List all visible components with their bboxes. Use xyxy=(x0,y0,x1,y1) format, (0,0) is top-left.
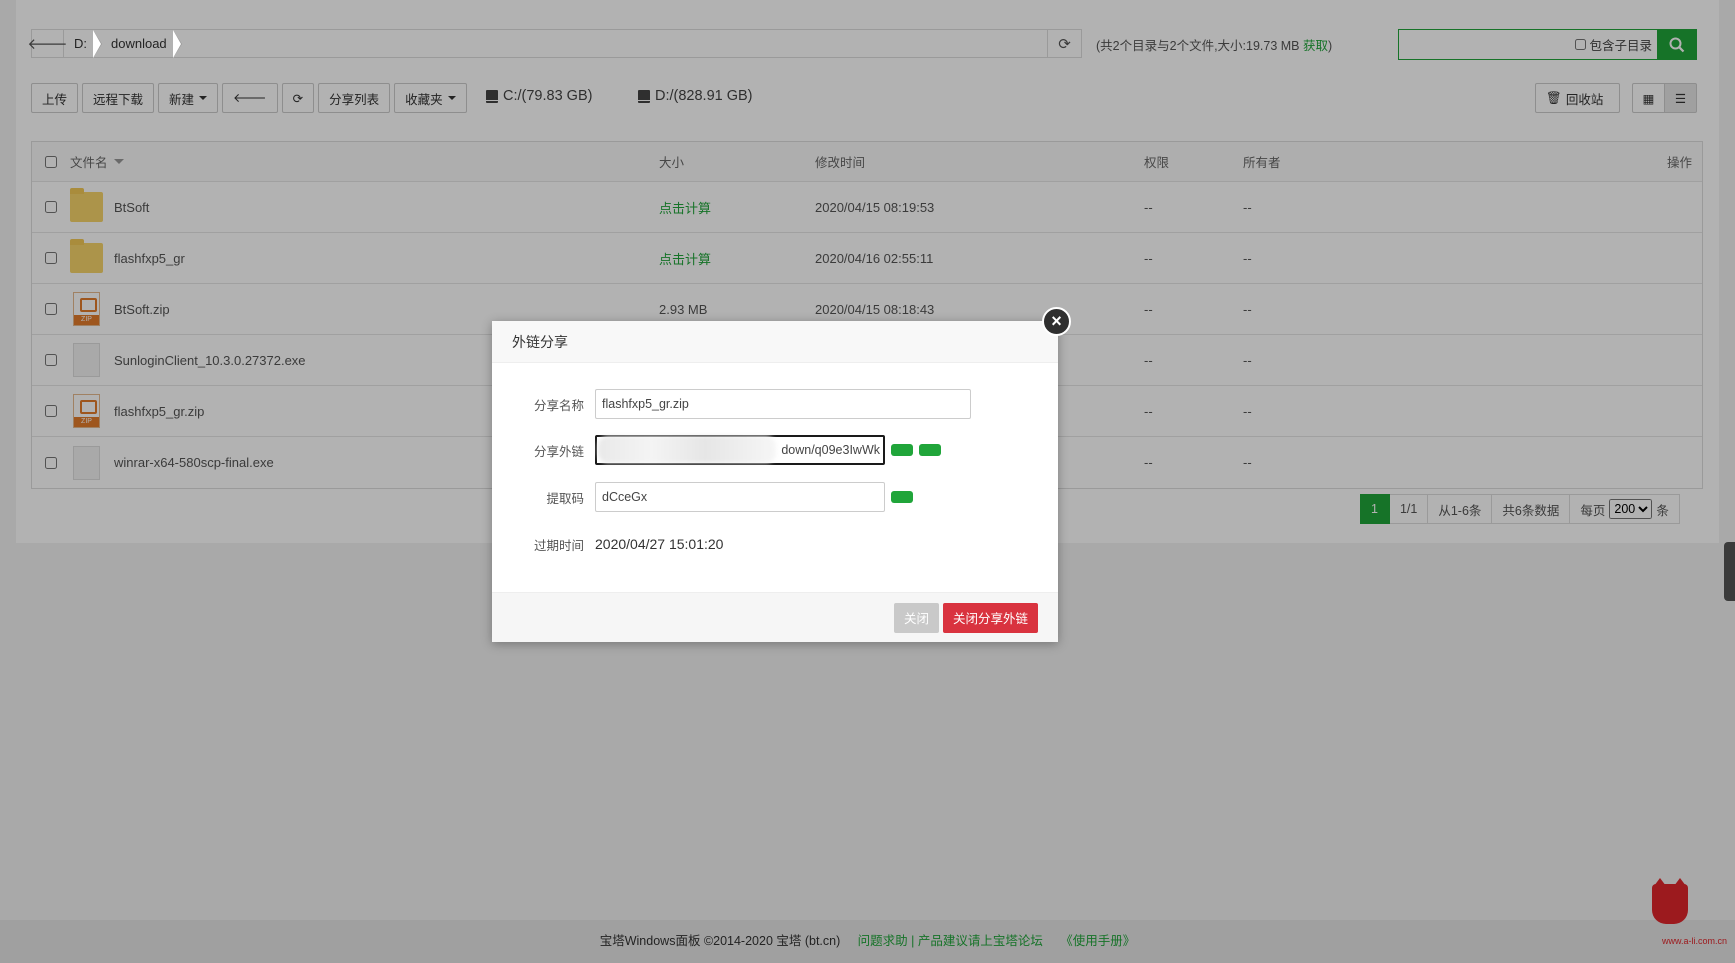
expire-label: 过期时间 xyxy=(533,538,584,553)
share-name-row: 分享名称 xyxy=(492,389,971,419)
close-share-link-button[interactable]: 关闭分享外链 xyxy=(942,602,1038,633)
copy-code-button[interactable] xyxy=(891,491,913,503)
share-name-label: 分享名称 xyxy=(533,398,584,413)
share-link-row: 分享外链 xyxy=(492,435,941,465)
redacted-blur xyxy=(598,436,776,463)
share-link-dialog: 外链分享 × 分享名称 分享外链 提取码 过期时间 2020/04/27 15:… xyxy=(492,307,1071,642)
extract-code-label: 提取码 xyxy=(546,491,584,506)
expire-value: 2020/04/27 15:01:20 xyxy=(595,536,724,552)
share-name-input[interactable] xyxy=(595,389,971,419)
qrcode-button[interactable] xyxy=(919,444,941,456)
expire-row: 过期时间 2020/04/27 15:01:20 xyxy=(492,529,723,559)
share-link-label: 分享外链 xyxy=(533,444,584,459)
extract-code-row: 提取码 xyxy=(492,482,913,512)
extract-code-input[interactable] xyxy=(595,482,885,512)
dialog-close-button[interactable]: 关闭 xyxy=(893,602,939,633)
share-link-field xyxy=(595,435,885,465)
dialog-close-icon[interactable]: × xyxy=(1042,307,1071,336)
dialog-title: 外链分享 xyxy=(492,321,1058,363)
copy-link-button[interactable] xyxy=(891,444,913,456)
dialog-footer: 关闭 关闭分享外链 xyxy=(492,592,1058,642)
